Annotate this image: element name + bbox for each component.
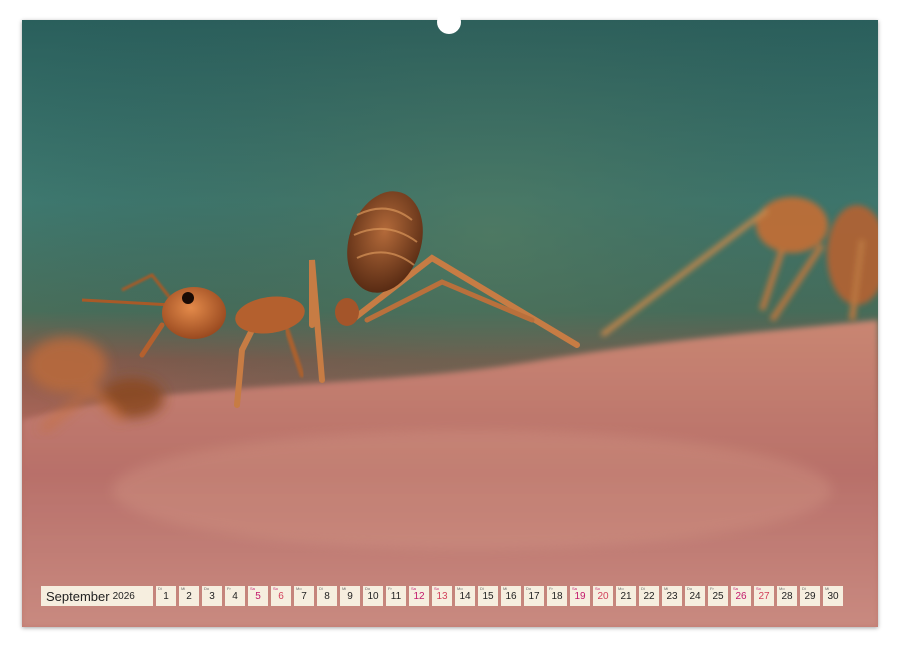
day-cell: Mi 2 (179, 586, 199, 606)
day-number: 15 (482, 591, 494, 602)
day-cell: Fr 11 (386, 586, 406, 606)
day-cell: Do 24 (685, 586, 705, 606)
calendar-strip: September 2026 Di 1 Mi 2 Do 3 Fr 4 Sa 5 So 6 Mo 7 Di 8 M… (41, 586, 843, 606)
day-number: 12 (413, 591, 425, 602)
day-number: 9 (347, 591, 353, 602)
day-number: 20 (597, 591, 609, 602)
day-number: 26 (735, 591, 747, 602)
day-cell: Mo 14 (455, 586, 475, 606)
hanger-hole (437, 10, 461, 34)
day-number: 21 (620, 591, 632, 602)
day-cell: Sa 19 (570, 586, 590, 606)
day-number: 23 (666, 591, 678, 602)
day-number: 27 (758, 591, 770, 602)
day-cell: Mo 7 (294, 586, 314, 606)
day-number: 14 (459, 591, 471, 602)
day-number: 28 (781, 591, 793, 602)
day-number: 25 (712, 591, 724, 602)
day-cell: So 6 (271, 586, 291, 606)
day-number: 19 (574, 591, 586, 602)
day-number: 7 (301, 591, 307, 602)
day-cell: Di 8 (317, 586, 337, 606)
day-number: 10 (367, 591, 379, 602)
year: 2026 (112, 590, 135, 602)
day-number: 1 (163, 591, 169, 602)
day-cell: Di 1 (156, 586, 176, 606)
day-cell: So 20 (593, 586, 613, 606)
day-cell: Do 17 (524, 586, 544, 606)
day-cell: Do 3 (202, 586, 222, 606)
day-cell: Di 22 (639, 586, 659, 606)
day-number: 18 (551, 591, 563, 602)
day-cell: Mi 30 (823, 586, 843, 606)
day-number: 13 (436, 591, 448, 602)
day-cell: Di 15 (478, 586, 498, 606)
day-cell: Do 10 (363, 586, 383, 606)
day-number: 3 (209, 591, 215, 602)
day-number: 6 (278, 591, 284, 602)
day-cell: Mi 23 (662, 586, 682, 606)
day-cell: So 27 (754, 586, 774, 606)
day-cell: Fr 25 (708, 586, 728, 606)
day-number: 17 (528, 591, 540, 602)
photo-illustration (22, 20, 878, 627)
month-label: September 2026 (41, 586, 153, 606)
day-cell: Mo 28 (777, 586, 797, 606)
day-number: 5 (255, 591, 261, 602)
day-number: 4 (232, 591, 238, 602)
day-number: 29 (804, 591, 816, 602)
day-cell: Sa 5 (248, 586, 268, 606)
day-number: 16 (505, 591, 517, 602)
day-cell: Sa 26 (731, 586, 751, 606)
day-cell: Sa 12 (409, 586, 429, 606)
ant-photo (22, 20, 878, 627)
month-name: September (46, 588, 110, 604)
day-cell: Mi 9 (340, 586, 360, 606)
day-cell: Fr 18 (547, 586, 567, 606)
day-cell: Mi 16 (501, 586, 521, 606)
day-number: 8 (324, 591, 330, 602)
day-number: 22 (643, 591, 655, 602)
surface-highlight (112, 430, 832, 550)
day-number: 11 (390, 591, 402, 602)
day-number: 30 (827, 591, 839, 602)
day-cell: Fr 4 (225, 586, 245, 606)
day-cell: So 13 (432, 586, 452, 606)
day-number: 2 (186, 591, 192, 602)
day-cell: Mo 21 (616, 586, 636, 606)
day-cell: Di 29 (800, 586, 820, 606)
day-number: 24 (689, 591, 701, 602)
